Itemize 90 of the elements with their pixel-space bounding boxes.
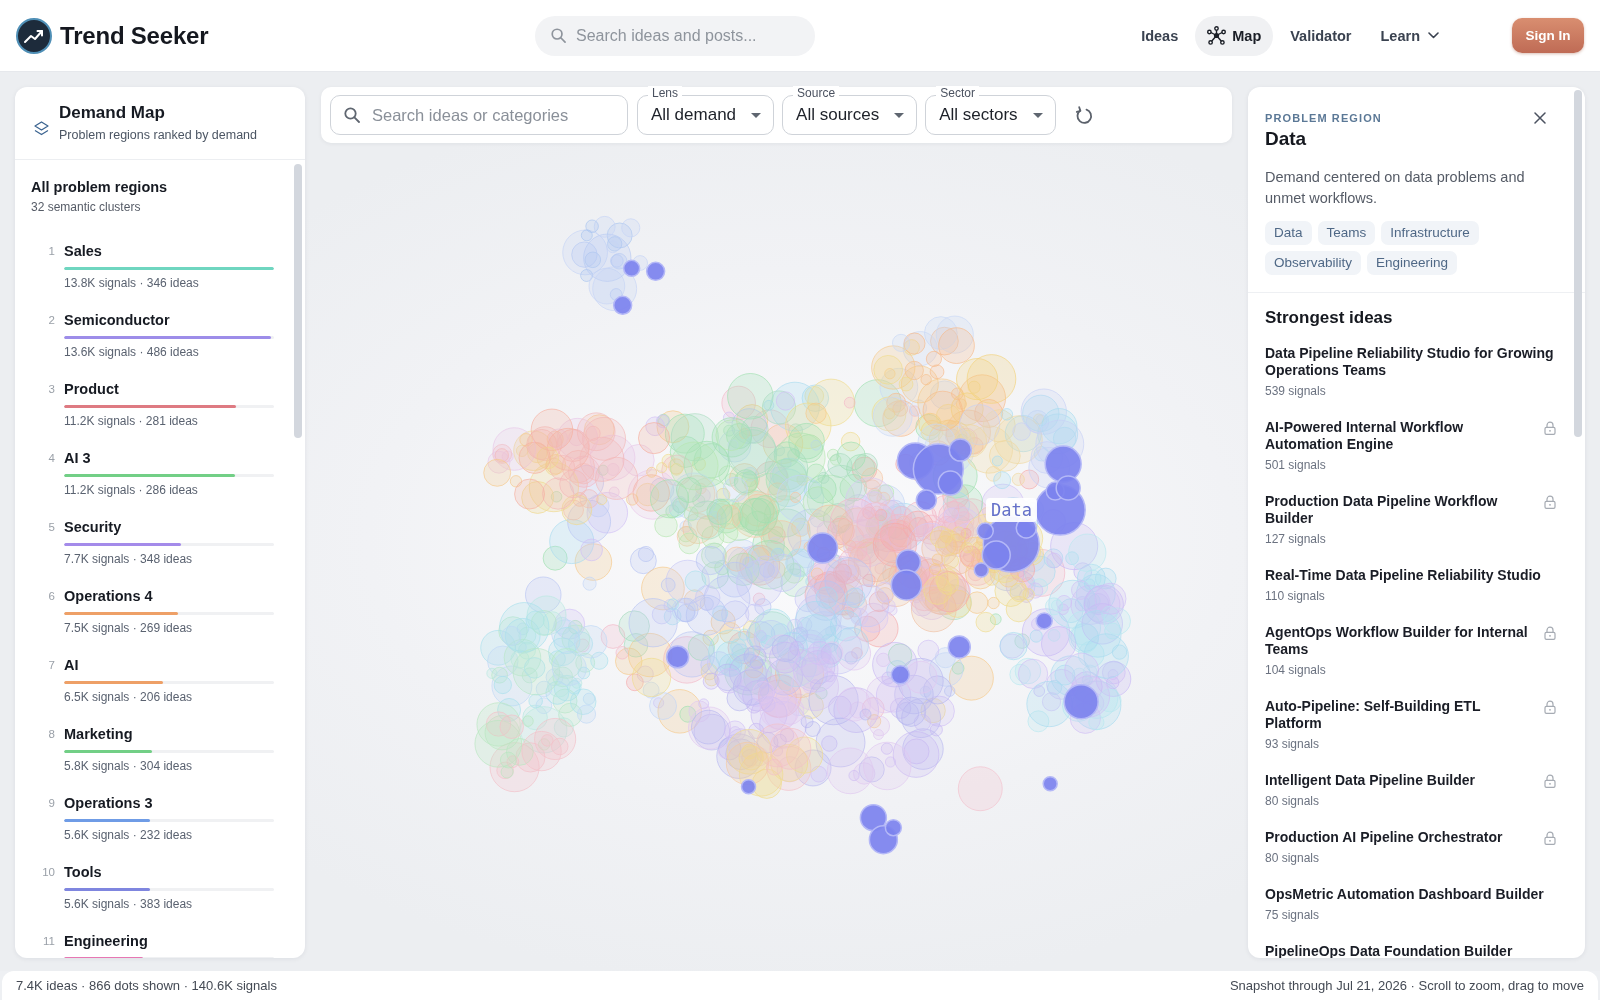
close-icon — [1534, 112, 1546, 124]
region-stats: 5.8K signals · 304 ideas — [64, 759, 194, 773]
region-rank: 8 — [47, 727, 55, 742]
nav-link[interactable]: Validator — [1278, 15, 1364, 56]
idea-title-link[interactable]: OpsMetric Automation Dashboard Builder — [1265, 886, 1556, 903]
network-icon — [1207, 26, 1227, 45]
idea-signals: 93 signals — [1265, 737, 1320, 751]
region-name[interactable]: Engineering — [64, 932, 274, 950]
tag: Teams — [1317, 221, 1376, 245]
scrollbar-thumb[interactable] — [294, 164, 302, 438]
region-rank: 4 — [47, 451, 55, 466]
idea-signals: 501 signals — [1265, 458, 1326, 472]
region-rank: 10 — [41, 865, 55, 880]
section-title: Strongest ideas — [1265, 308, 1393, 328]
filter-label: Lens — [648, 86, 683, 100]
region-stats: 13.6K signals · 486 ideas — [64, 345, 200, 359]
tag: Observability — [1265, 251, 1362, 275]
region-name[interactable]: AI 3 — [64, 449, 274, 467]
region-stats: 7.5K signals · 269 ideas — [64, 621, 194, 635]
tag: Engineering — [1367, 251, 1458, 275]
filter-label: Sector — [936, 86, 979, 100]
region-rank: 2 — [47, 313, 55, 328]
tag: Infrastructure — [1381, 221, 1479, 245]
region-name[interactable]: Product — [64, 380, 274, 398]
region-stats: 5.6K signals · 383 ideas — [64, 897, 194, 911]
idea-title-link[interactable]: PipelineOps Data Foundation Builder — [1265, 943, 1556, 958]
search-field[interactable]: Search ideas and posts... — [535, 15, 815, 56]
region-stats: 13.8K signals · 346 ideas — [64, 276, 200, 290]
idea-title-link[interactable]: Production Data Pipeline Workflow Builder — [1265, 493, 1530, 527]
refresh-icon — [1074, 105, 1093, 125]
status-hint: Snapshot through Jul 21, 2026 · Scroll to zoom, drag to move — [1229, 978, 1584, 993]
region-stats: 5.6K signals · 232 ideas — [64, 828, 194, 842]
region-name[interactable]: AI — [64, 656, 274, 674]
status-summary: 7.4K ideas · 866 dots shown · 140.6K signals — [16, 978, 277, 993]
region-rank: 3 — [47, 382, 55, 397]
region-rank: 1 — [47, 244, 55, 259]
idea-signals: 539 signals — [1265, 384, 1326, 398]
idea-signals: 80 signals — [1265, 851, 1320, 865]
cluster-count: 32 semantic clusters — [31, 200, 142, 215]
region-name[interactable]: Sales — [64, 242, 274, 260]
layers-icon — [34, 121, 49, 137]
search-icon — [551, 28, 566, 43]
caret-icon — [751, 112, 762, 118]
idea-title-link[interactable]: Real-Time Data Pipeline Reliability Studio — [1265, 567, 1556, 584]
region-stats: 11.2K signals · 286 ideas — [64, 483, 199, 497]
filter-label: Source — [793, 86, 840, 100]
region-name[interactable]: Semiconductor — [64, 311, 274, 329]
scrollbar-thumb[interactable] — [1574, 90, 1582, 437]
region-rank: 7 — [47, 658, 55, 673]
idea-title-link[interactable]: AI-Powered Internal Workflow Automation Engine — [1265, 419, 1530, 453]
region-name[interactable]: Tools — [64, 863, 274, 881]
region-rank: 6 — [47, 589, 55, 604]
eyebrow-label: PROBLEM REGION — [1265, 111, 1382, 125]
idea-signals: 75 signals — [1265, 908, 1320, 922]
region-description: Demand centered on data problems and unmet workflows. — [1265, 168, 1526, 208]
idea-signals: 110 signals — [1265, 589, 1325, 603]
search-field[interactable]: Search ideas or categories — [330, 95, 628, 135]
region-stats: 11.2K signals · 281 ideas — [64, 414, 199, 428]
region-rank: 5 — [47, 520, 55, 535]
region-title: Data — [1265, 127, 1307, 151]
tag: Data — [1265, 221, 1312, 245]
idea-title-link[interactable]: Data Pipeline Reliability Studio for Growing Operations Teams — [1265, 345, 1556, 379]
logo-icon[interactable] — [16, 17, 52, 54]
nav-link[interactable]: Map — [1195, 15, 1274, 56]
idea-title-link[interactable]: AgentOps Workflow Builder for Internal Teams — [1265, 624, 1530, 658]
search-icon — [344, 107, 360, 123]
panel-title: Demand Map — [59, 103, 166, 123]
region-name[interactable]: Operations 3 — [64, 794, 274, 812]
map-cluster-label: Data — [986, 498, 1037, 522]
panel-subtitle: Problem regions ranked by demand — [59, 127, 258, 143]
region-rank: 11 — [42, 934, 55, 949]
all-regions-title[interactable]: All problem regions — [31, 178, 274, 196]
idea-title-link[interactable]: Auto-Pipeline: Self-Building ETL Platform — [1265, 698, 1530, 732]
region-stats: 6.5K signals · 206 ideas — [64, 690, 194, 704]
region-name[interactable]: Operations 4 — [64, 587, 274, 605]
idea-title-link[interactable]: Intelligent Data Pipeline Builder — [1265, 772, 1530, 789]
region-name[interactable]: Security — [64, 518, 274, 536]
caret-icon — [894, 112, 905, 118]
idea-title-link[interactable]: Production AI Pipeline Orchestrator — [1265, 829, 1530, 846]
caret-icon — [1032, 112, 1043, 118]
idea-signals: 127 signals — [1265, 532, 1326, 546]
region-rank: 9 — [47, 796, 55, 811]
idea-signals: 80 signals — [1265, 794, 1320, 808]
nav-link[interactable]: Learn — [1368, 15, 1451, 56]
region-stats: 7.7K signals · 348 ideas — [64, 552, 194, 566]
region-name[interactable]: Marketing — [64, 725, 274, 743]
nav-link[interactable]: Ideas — [1129, 15, 1191, 56]
brand-name: Trend Seeker — [60, 21, 209, 50]
chevron-down-icon — [1428, 32, 1439, 39]
idea-signals: 104 signals — [1265, 663, 1326, 677]
